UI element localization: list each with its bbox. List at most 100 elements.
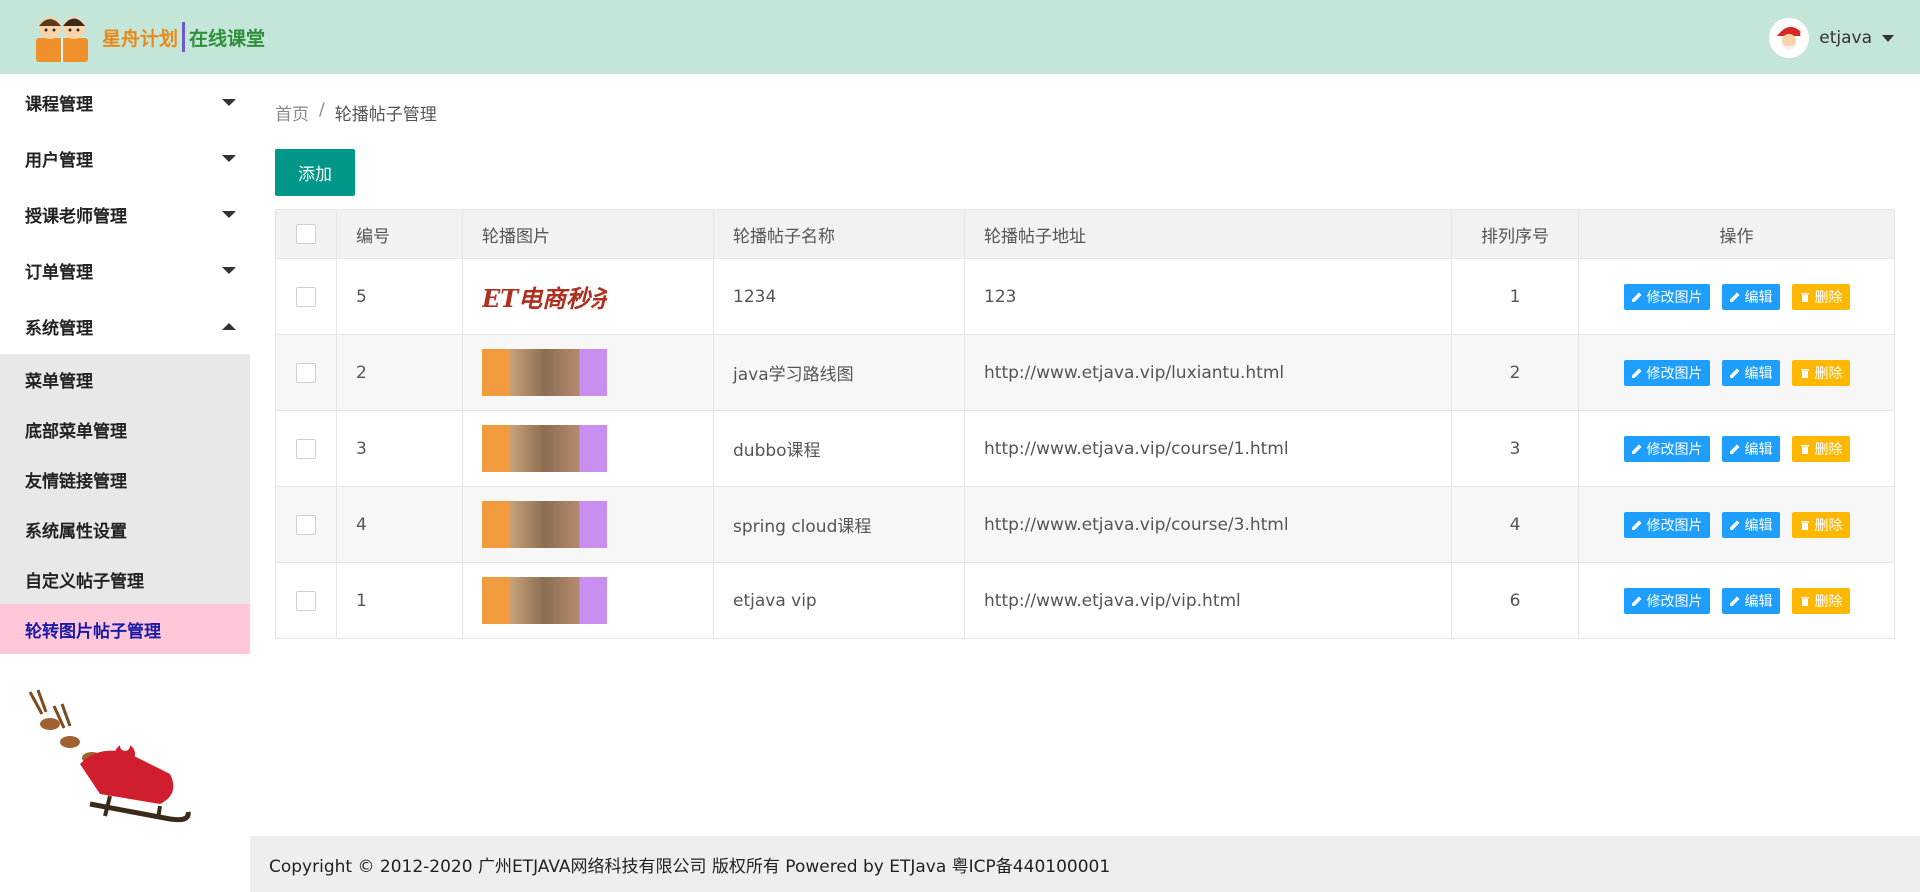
sidebar-item-teacher[interactable]: 授课老师管理 [0,186,250,242]
row-url: 123 [964,258,1452,335]
submenu-item-label: 底部菜单管理 [25,421,127,442]
edit-image-label: 修改图片 [1646,593,1703,610]
row-checkbox[interactable] [296,362,316,383]
edit-image-button[interactable]: 修改图片 [1623,435,1710,462]
submenu-item-label: 系统属性设置 [25,521,127,542]
pencil-icon [1729,444,1739,454]
sidebar: 课程管理 用户管理 授课老师管理 订单管理 系统管理 菜单管理 底部菜单管理 友… [0,74,250,892]
santa-avatar-icon [1769,18,1810,58]
top-header: 星舟计划 在线课堂 etjava [0,0,1920,74]
carousel-thumbnail: ET电商秒杀 [482,273,607,320]
sidebar-item-label: 订单管理 [25,262,93,283]
delete-button[interactable]: 删除 [1791,359,1850,386]
row-url: http://www.etjava.vip/vip.html [964,562,1452,639]
edit-label: 编辑 [1744,517,1773,534]
breadcrumb-home[interactable]: 首页 [275,100,309,125]
row-ops-cell: 修改图片 编辑 删除 [1578,486,1895,563]
row-check-cell [275,562,337,639]
row-checkbox[interactable] [296,514,316,535]
edit-button[interactable]: 编辑 [1721,511,1780,538]
row-ops-cell: 修改图片 编辑 删除 [1578,334,1895,411]
edit-label: 编辑 [1744,593,1773,610]
sidebar-item-label: 系统管理 [25,318,93,339]
select-all-checkbox[interactable] [296,224,316,244]
edit-button[interactable]: 编辑 [1721,359,1780,386]
delete-button[interactable]: 删除 [1791,587,1850,614]
submenu-item-friend-links[interactable]: 友情链接管理 [0,454,250,504]
pencil-icon [1631,368,1641,378]
sidebar-item-order[interactable]: 订单管理 [0,242,250,298]
row-url: http://www.etjava.vip/course/1.html [964,410,1452,487]
site-title-part2: 在线课堂 [189,27,266,50]
row-checkbox[interactable] [296,438,316,459]
pencil-icon [1631,444,1641,454]
row-check-cell [275,486,337,563]
submenu-item-label: 轮转图片帖子管理 [25,621,161,642]
chevron-down-icon [222,266,236,274]
row-id: 1 [336,562,463,639]
sidebar-item-course[interactable]: 课程管理 [0,74,250,130]
edit-image-label: 修改图片 [1646,289,1703,306]
edit-image-button[interactable]: 修改图片 [1623,511,1710,538]
kids-reading-logo-icon [30,8,94,66]
pencil-icon [1631,292,1641,302]
row-url: http://www.etjava.vip/course/3.html [964,486,1452,563]
submenu-item-system-props[interactable]: 系统属性设置 [0,504,250,554]
row-check-cell [275,334,337,411]
delete-label: 删除 [1814,441,1843,458]
trash-icon [1800,368,1809,378]
submenu-item-label: 自定义帖子管理 [25,571,144,592]
trash-icon [1800,520,1809,530]
row-name: etjava vip [713,562,965,639]
edit-button[interactable]: 编辑 [1721,587,1780,614]
site-title-part1: 星舟计划 [102,27,179,50]
chevron-down-icon [1882,34,1894,42]
breadcrumb-current: 轮播帖子管理 [334,105,437,125]
delete-button[interactable]: 删除 [1791,283,1850,310]
chevron-down-icon [222,98,236,106]
sidebar-item-label: 课程管理 [25,94,93,115]
sidebar-item-user[interactable]: 用户管理 [0,130,250,186]
row-ops-cell: 修改图片 编辑 删除 [1578,410,1895,487]
row-checkbox[interactable] [296,590,316,611]
pencil-icon [1631,596,1641,606]
submenu-item-custom-posts[interactable]: 自定义帖子管理 [0,554,250,604]
edit-button[interactable]: 编辑 [1721,435,1780,462]
edit-image-button[interactable]: 修改图片 [1623,283,1710,310]
delete-button[interactable]: 删除 [1791,511,1850,538]
pencil-icon [1631,520,1641,530]
row-url: http://www.etjava.vip/luxiantu.html [964,334,1452,411]
header-image: 轮播图片 [462,209,714,259]
user-menu[interactable]: etjava [1769,18,1894,58]
site-logo[interactable]: 星舟计划 在线课堂 [30,8,265,66]
row-image-cell [462,562,714,639]
table-row: 4 spring cloud课程 http://www.etjava.vip/c… [275,486,1895,563]
edit-label: 编辑 [1744,365,1773,382]
sidebar-item-system[interactable]: 系统管理 [0,298,250,354]
submenu-item-menu[interactable]: 菜单管理 [0,354,250,404]
row-sort: 2 [1451,334,1579,411]
row-id: 5 [336,258,463,335]
header-sort: 排列序号 [1451,209,1579,259]
site-title: 星舟计划 在线课堂 [102,22,265,52]
edit-button[interactable]: 编辑 [1721,283,1780,310]
carousel-thumbnail [482,577,607,624]
row-id: 4 [336,486,463,563]
row-sort: 6 [1451,562,1579,639]
pencil-icon [1729,292,1739,302]
row-check-cell [275,258,337,335]
edit-image-button[interactable]: 修改图片 [1623,587,1710,614]
edit-image-label: 修改图片 [1646,365,1703,382]
trash-icon [1800,596,1809,606]
add-button[interactable]: 添加 [275,149,355,196]
chevron-down-icon [222,154,236,162]
edit-image-button[interactable]: 修改图片 [1623,359,1710,386]
row-name: spring cloud课程 [713,486,965,563]
chevron-up-icon [222,322,236,330]
delete-button[interactable]: 删除 [1791,435,1850,462]
row-checkbox[interactable] [296,286,316,307]
row-name: java学习路线图 [713,334,965,411]
santa-sleigh-decoration-icon [20,684,200,834]
submenu-item-carousel-posts[interactable]: 轮转图片帖子管理 [0,604,250,654]
submenu-item-bottom-menu[interactable]: 底部菜单管理 [0,404,250,454]
